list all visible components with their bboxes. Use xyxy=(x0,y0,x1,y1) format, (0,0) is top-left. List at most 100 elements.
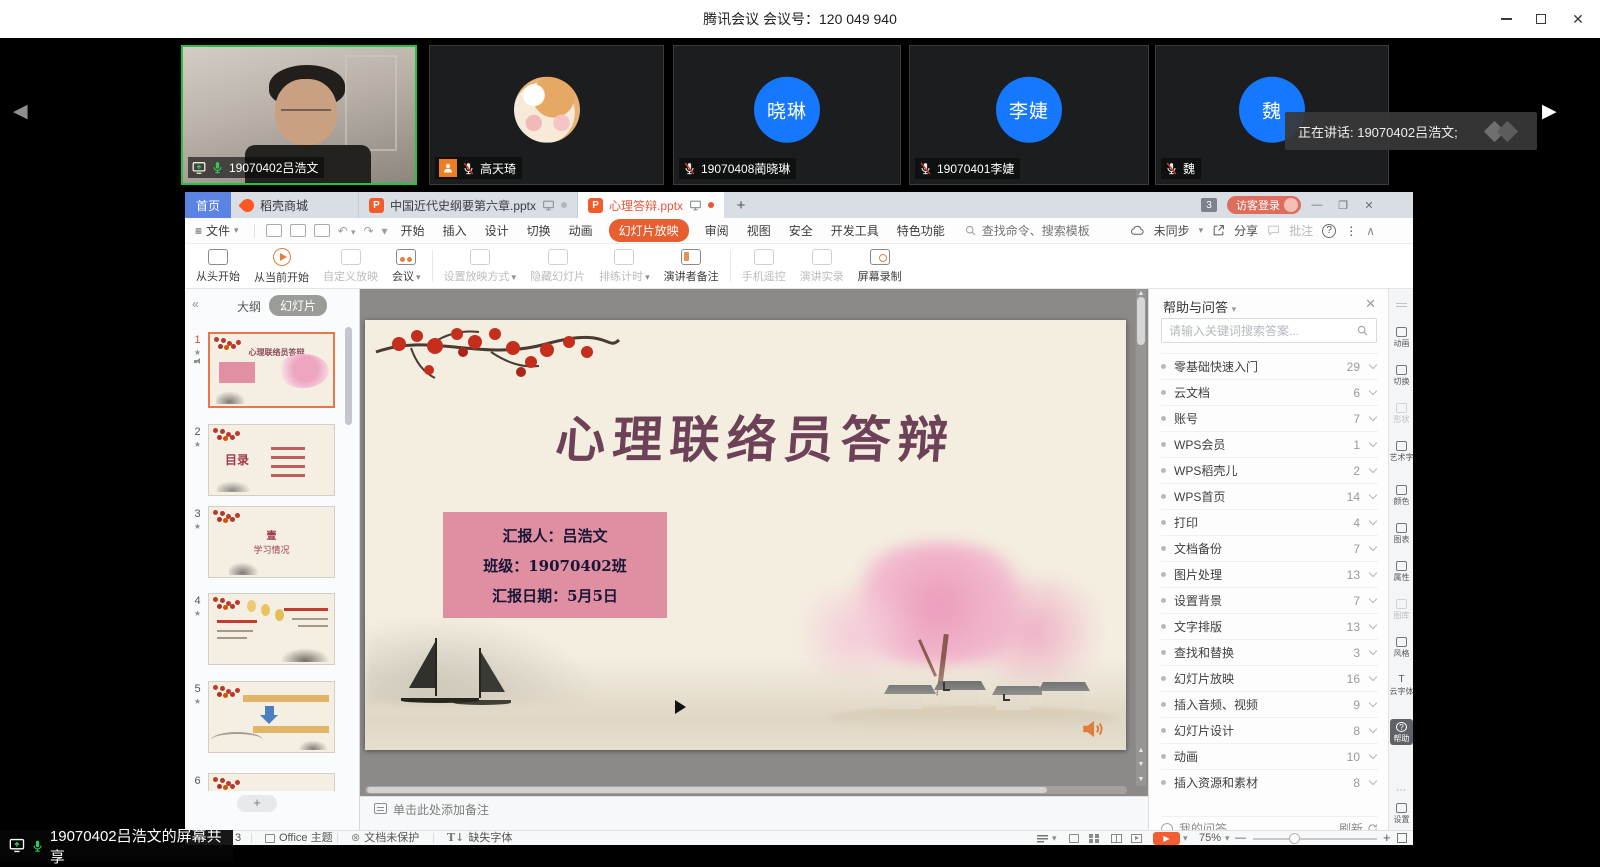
help-topic[interactable]: WPS会员1 xyxy=(1161,431,1378,457)
vertical-scrollbar[interactable]: ▲ ▲ ▼ ▼ xyxy=(1136,289,1146,786)
help-topic[interactable]: 云文档6 xyxy=(1161,379,1378,405)
help-topic[interactable]: WPS稻壳儿2 xyxy=(1161,457,1378,483)
share-button[interactable]: 分享 xyxy=(1234,222,1258,239)
help-search-box[interactable] xyxy=(1161,318,1377,343)
play-from-current-button[interactable]: 从当前开始 xyxy=(247,244,316,288)
menu-animation[interactable]: 动画 xyxy=(569,222,593,239)
tool-transition[interactable]: 切换 xyxy=(1389,365,1414,386)
wps-restore-icon[interactable]: ❐ xyxy=(1337,199,1349,212)
video-tile-4[interactable]: 李婕 19070401李婕 xyxy=(909,45,1149,185)
zoom-out-button[interactable]: — xyxy=(1235,831,1246,845)
tab-home[interactable]: 首页 xyxy=(185,192,231,218)
notes-bar[interactable]: 单击此处添加备注 xyxy=(360,796,1148,830)
guest-login-button[interactable]: 访客登录 xyxy=(1227,196,1301,214)
video-tile-3[interactable]: 晓琳 19070408蔺晓琳 xyxy=(673,45,901,185)
tab-document-1[interactable]: P 中国近代史纲要第六章.pptx xyxy=(359,192,578,218)
lecture-record-button[interactable]: 演讲实录 xyxy=(793,244,851,288)
help-topic[interactable]: 幻灯片放映16 xyxy=(1161,665,1378,691)
screen-record-button[interactable]: 屏幕录制 xyxy=(851,244,909,288)
wps-minimize-icon[interactable]: — xyxy=(1311,199,1323,212)
horizontal-scrollbar[interactable] xyxy=(365,786,1127,794)
tool-charts[interactable]: 图表 xyxy=(1389,523,1414,544)
menu-review[interactable]: 审阅 xyxy=(705,222,729,239)
tool-colors[interactable]: 颜色 xyxy=(1389,485,1414,506)
redo-icon[interactable]: ↷ xyxy=(363,224,373,237)
help-topic[interactable]: 账号7 xyxy=(1161,405,1378,431)
print-preview-icon[interactable] xyxy=(314,224,330,237)
slide-thumbnail-6[interactable]: 6 xyxy=(185,773,360,791)
close-icon[interactable]: ✕ xyxy=(1570,11,1586,28)
slide-thumbnail-5[interactable]: 5 ★ xyxy=(185,681,360,761)
slide-thumbnail-2[interactable]: 2 ★ 目录 xyxy=(185,424,360,504)
rehearse-timing-button[interactable]: 排练计时▾ xyxy=(592,244,657,288)
help-topic[interactable]: 查找和替换3 xyxy=(1161,639,1378,665)
tool-properties[interactable]: 属性 xyxy=(1389,561,1414,582)
scroll-left-icon[interactable]: ◀ xyxy=(13,100,28,123)
new-tab-button[interactable]: + xyxy=(724,192,758,218)
menu-features[interactable]: 特色功能 xyxy=(897,222,945,239)
help-topic[interactable]: 零基础快速入门29 xyxy=(1161,353,1378,379)
tool-settings[interactable]: 设置 xyxy=(1389,803,1414,824)
command-search-input[interactable] xyxy=(982,224,1100,238)
task-count-badge[interactable]: 3 xyxy=(1201,198,1217,212)
meeting-button[interactable]: 会议▾ xyxy=(385,244,428,288)
play-slideshow-button[interactable]: ▶ xyxy=(1153,832,1180,845)
tool-wordart[interactable]: 艺术字 xyxy=(1389,441,1414,462)
slide-canvas[interactable]: 心理联络员答辩 汇报人：吕浩文 班级：19070402班 汇报日期：5月5日 xyxy=(365,320,1126,750)
tool-cloud-fonts[interactable]: T云字体 xyxy=(1389,675,1414,696)
play-from-start-button[interactable]: 从头开始 xyxy=(189,244,247,288)
help-topic[interactable]: 文字排版13 xyxy=(1161,613,1378,639)
slides-tab-active[interactable]: 幻灯片 xyxy=(269,295,327,316)
toolbar-more-icon[interactable]: ⋯ xyxy=(1389,785,1414,796)
menu-design[interactable]: 设计 xyxy=(485,222,509,239)
save-icon[interactable] xyxy=(266,224,282,237)
toolbar-more-icon[interactable]: ▾ xyxy=(382,224,388,237)
sorter-view-button[interactable] xyxy=(1089,831,1099,845)
horizontal-scrollbar-thumb[interactable] xyxy=(367,787,1047,793)
help-topic[interactable]: 插入音频、视频9 xyxy=(1161,691,1378,717)
slide-thumbnail-4[interactable]: 4 ★ xyxy=(185,593,360,673)
wps-close-icon[interactable]: ✕ xyxy=(1363,199,1375,212)
maximize-icon[interactable] xyxy=(1536,14,1546,24)
slide-thumbnail-1[interactable]: 1 ★ 心理联络员答辩 xyxy=(185,332,360,412)
zoom-slider[interactable] xyxy=(1253,838,1377,840)
speaker-notes-button[interactable]: 演讲者备注 xyxy=(657,244,726,288)
slide-thumbnail-3[interactable]: 3 ★ 壹 学习情况 xyxy=(185,506,360,586)
protection-status[interactable]: ⊗文档未保护 xyxy=(351,831,419,845)
tool-shapes[interactable]: 形状 xyxy=(1389,403,1414,424)
more-menu-icon[interactable]: ⋮ xyxy=(1345,224,1357,238)
command-search[interactable] xyxy=(964,224,1100,238)
hide-slide-button[interactable]: 隐藏幻灯片 xyxy=(523,244,592,288)
slideshow-view-button[interactable] xyxy=(1131,831,1142,845)
file-menu[interactable]: ≡ 文件 ▾ xyxy=(195,222,239,239)
setup-show-button[interactable]: 设置放映方式▾ xyxy=(437,244,524,288)
zoom-in-button[interactable]: + xyxy=(1383,831,1391,845)
tool-style[interactable]: 风格 xyxy=(1389,637,1414,658)
sync-status[interactable]: 未同步 xyxy=(1154,222,1190,239)
scroll-right-icon[interactable]: ▶ xyxy=(1542,100,1557,123)
help-close-icon[interactable]: ✕ xyxy=(1365,296,1376,312)
help-search-input[interactable] xyxy=(1169,324,1356,338)
menu-view[interactable]: 视图 xyxy=(747,222,771,239)
help-topic[interactable]: 打印4 xyxy=(1161,509,1378,535)
add-slide-button[interactable]: + xyxy=(237,795,277,812)
menu-devtools[interactable]: 开发工具 xyxy=(831,222,879,239)
video-tile-1[interactable]: 19070402吕浩文 xyxy=(181,45,417,185)
collapse-ribbon-icon[interactable]: ∧ xyxy=(1366,224,1375,238)
tool-help-active[interactable]: ?帮助 xyxy=(1390,719,1413,745)
collapse-panel-icon[interactable]: « xyxy=(192,297,199,311)
tab-docer-store[interactable]: 稻壳商城 xyxy=(231,192,359,218)
comment-button[interactable]: 批注 xyxy=(1289,222,1313,239)
help-topic[interactable]: 设置背景7 xyxy=(1161,587,1378,613)
help-icon[interactable]: ? xyxy=(1322,224,1336,238)
fit-window-button[interactable] xyxy=(1397,831,1407,845)
outline-tab[interactable]: 大纲 xyxy=(237,298,261,315)
audio-speaker-icon[interactable] xyxy=(1080,716,1106,742)
help-topic[interactable]: 插入资源和素材8 xyxy=(1161,769,1378,795)
tool-gallery[interactable]: 图库 xyxy=(1389,599,1414,620)
minimize-icon[interactable] xyxy=(1501,18,1512,20)
missing-font-status[interactable]: T↓缺失字体 xyxy=(447,831,512,845)
help-topic[interactable]: 文档备份7 xyxy=(1161,535,1378,561)
play-dropdown-icon[interactable]: ▾ xyxy=(1183,831,1188,845)
help-topic[interactable]: 图片处理13 xyxy=(1161,561,1378,587)
